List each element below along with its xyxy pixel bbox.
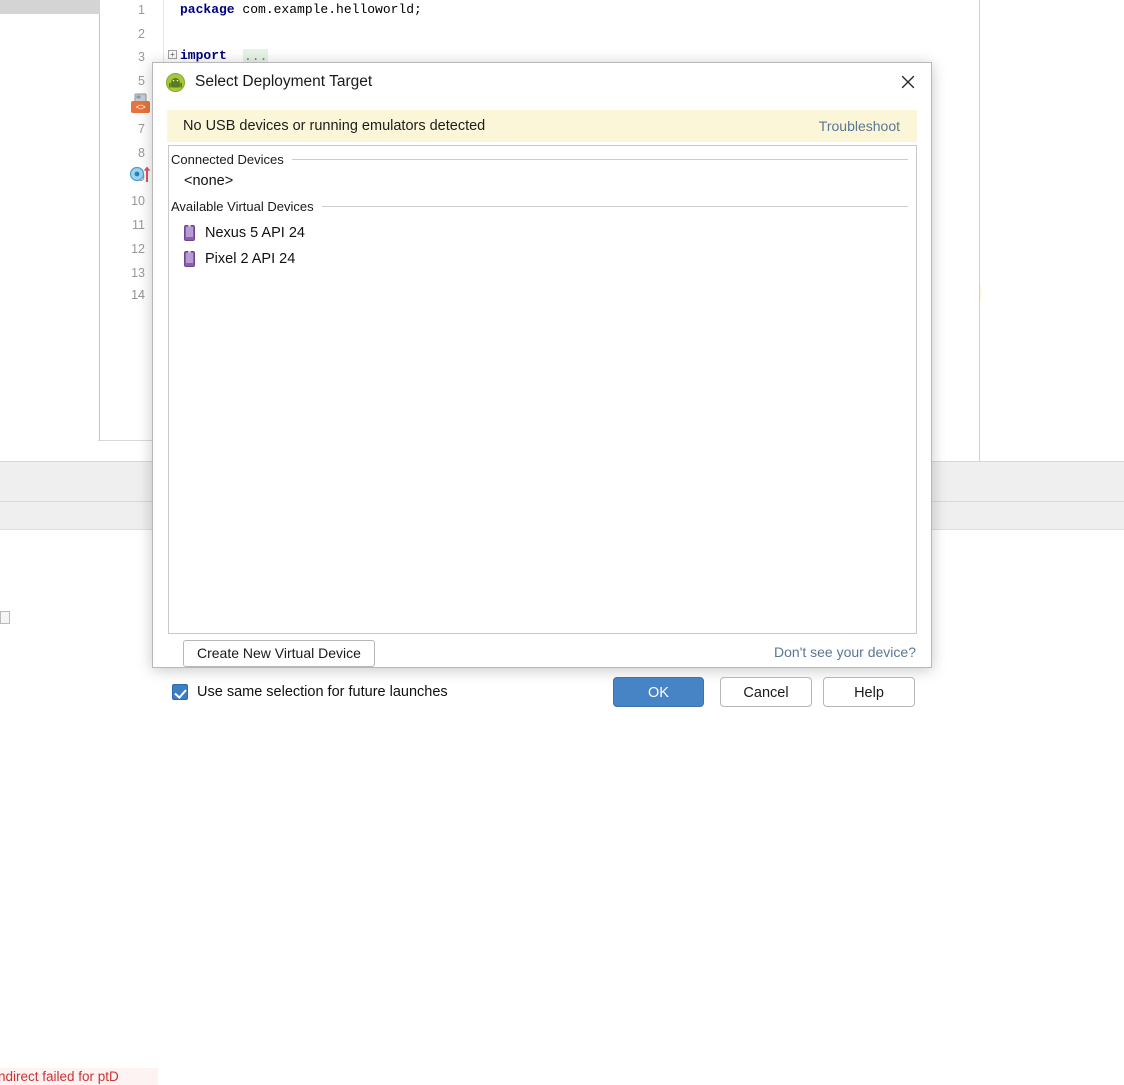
line-number: 2: [109, 28, 145, 40]
device-name: Pixel 2 API 24: [205, 251, 295, 267]
ok-button[interactable]: OK: [613, 677, 704, 707]
warning-message: No USB devices or running emulators dete…: [183, 118, 485, 134]
keyword-package: package: [180, 2, 235, 17]
code-line-1: package com.example.helloworld;: [180, 3, 422, 17]
code-fold-expand-icon[interactable]: +: [168, 50, 177, 59]
dont-see-your-device-link[interactable]: Don't see your device?: [774, 644, 916, 660]
warning-banner: No USB devices or running emulators dete…: [167, 110, 917, 142]
list-item[interactable]: Nexus 5 API 24: [169, 220, 916, 246]
troubleshoot-link[interactable]: Troubleshoot: [819, 118, 900, 134]
code-badge-icon[interactable]: <>: [131, 101, 150, 113]
line-number: 10: [109, 195, 145, 207]
dialog-bottom-bar: Use same selection for future launches O…: [153, 677, 931, 721]
select-deployment-target-dialog: Select Deployment Target No USB devices …: [152, 62, 932, 668]
tool-window-panel: [0, 14, 100, 489]
device-list-panel[interactable]: Connected Devices <none> Available Virtu…: [168, 145, 917, 634]
line-number: 7: [109, 123, 145, 135]
run-gutter-marker-icon[interactable]: [130, 165, 152, 188]
create-new-virtual-device-button[interactable]: Create New Virtual Device: [183, 640, 375, 667]
tool-window-header-strip: [0, 0, 100, 14]
line-number: 1: [109, 4, 145, 16]
package-name: com.example.helloworld;: [242, 2, 421, 17]
logcat-scroll-button[interactable]: [0, 611, 10, 624]
line-number: 13: [109, 267, 145, 279]
line-number: 8: [109, 147, 145, 159]
close-icon[interactable]: [897, 71, 919, 93]
line-number: 12: [109, 243, 145, 255]
checkbox-label: Use same selection for future launches: [197, 684, 448, 700]
group-header-available-virtual-devices: Available Virtual Devices: [169, 197, 916, 215]
use-same-selection-checkbox[interactable]: Use same selection for future launches: [172, 684, 448, 700]
list-item[interactable]: Pixel 2 API 24: [169, 246, 916, 272]
connected-devices-empty: <none>: [169, 168, 916, 194]
checkbox-indicator[interactable]: [172, 684, 188, 700]
dialog-footer-row: Create New Virtual Device Don't see your…: [153, 640, 931, 668]
keyword-import: import: [180, 48, 227, 63]
line-number: 11: [109, 219, 145, 231]
group-rule: [322, 206, 908, 207]
logcat-error-line: ndirect failed for ptD: [0, 1068, 158, 1085]
help-button[interactable]: Help: [823, 677, 915, 707]
line-number: 3: [109, 51, 145, 63]
group-label: Connected Devices: [171, 152, 292, 167]
group-label: Available Virtual Devices: [171, 199, 322, 214]
line-number-current: 14: [109, 289, 145, 301]
cancel-button[interactable]: Cancel: [720, 677, 812, 707]
dialog-titlebar: Select Deployment Target: [153, 63, 931, 101]
virtual-device-icon: [184, 225, 195, 241]
device-name: Nexus 5 API 24: [205, 225, 305, 241]
editor-right-column: [981, 0, 1124, 461]
dialog-title: Select Deployment Target: [195, 73, 372, 91]
android-robot-icon: [166, 73, 185, 92]
line-number: 5: [109, 75, 145, 87]
code-line-3: import: [180, 49, 227, 63]
virtual-device-icon: [184, 251, 195, 267]
group-header-connected-devices: Connected Devices: [169, 150, 916, 168]
group-rule: [292, 159, 908, 160]
